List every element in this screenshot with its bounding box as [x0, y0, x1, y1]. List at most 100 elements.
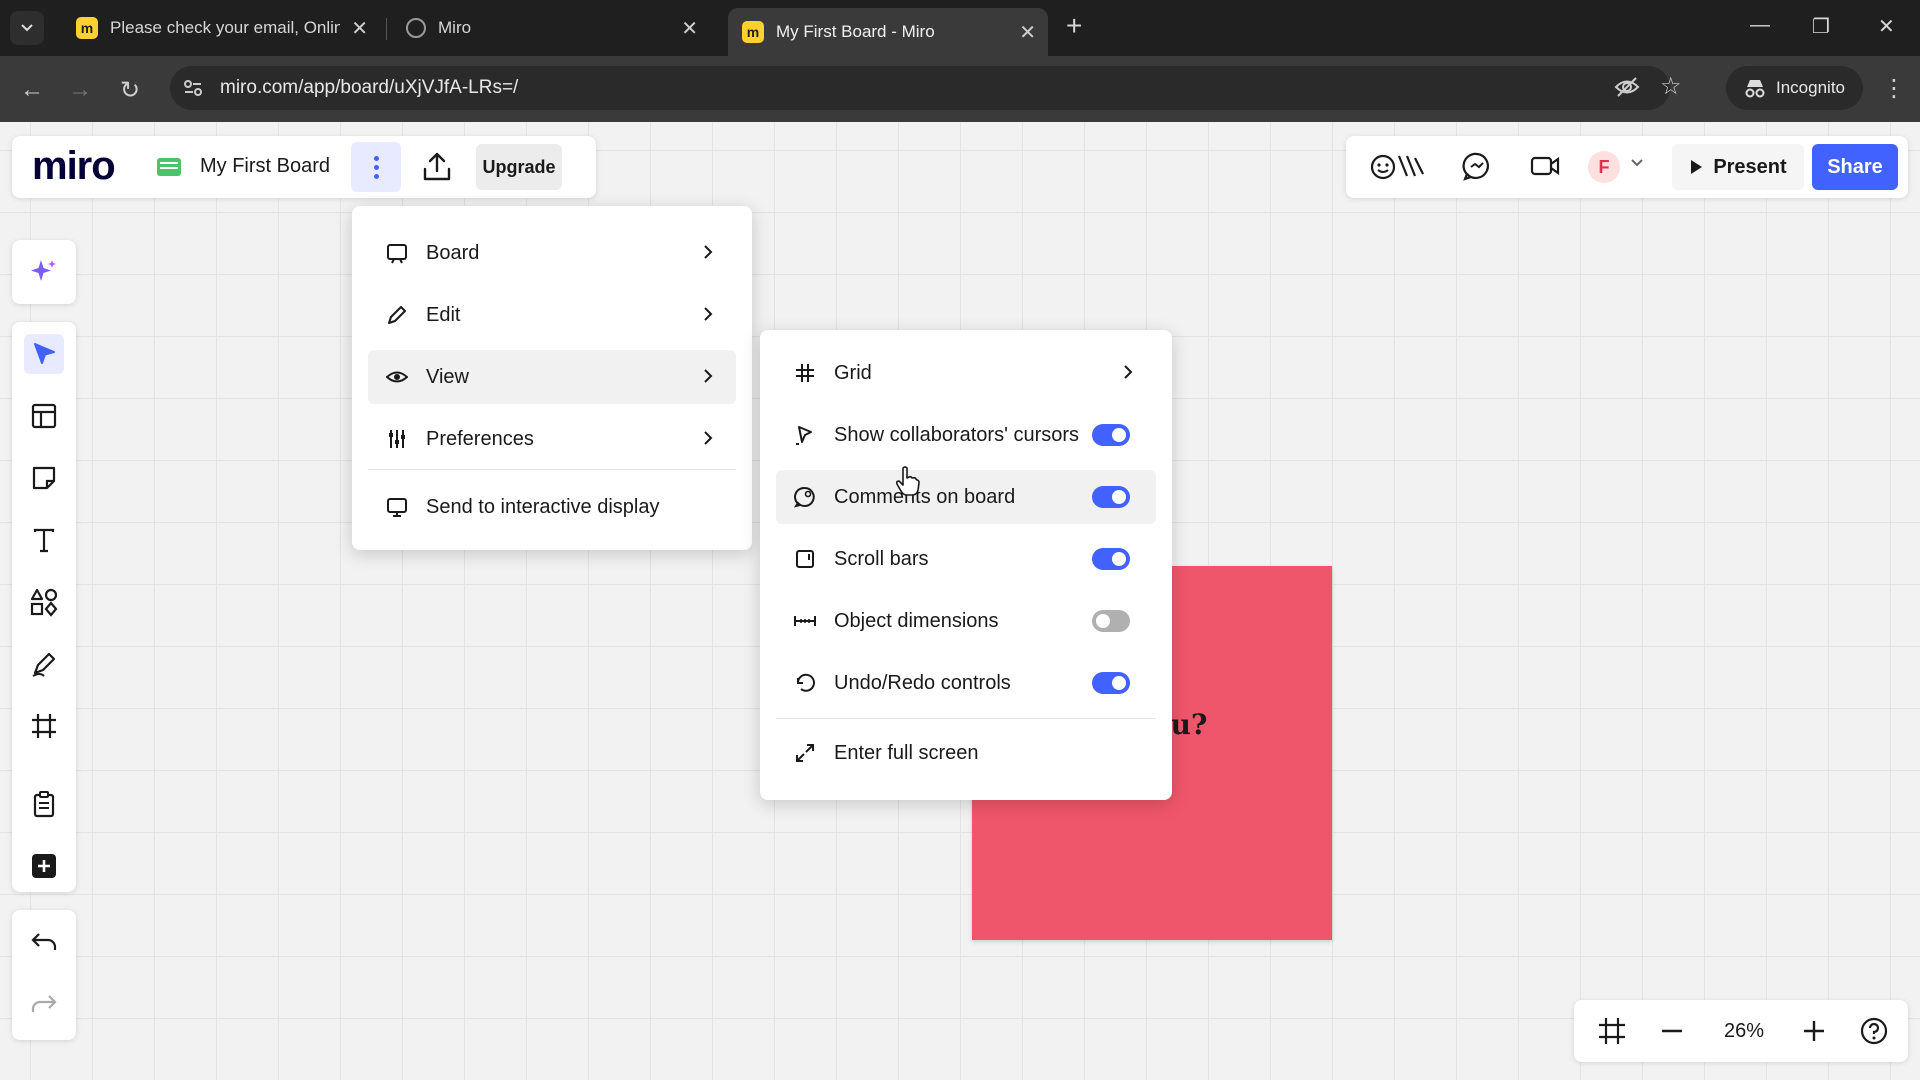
view-item-object-dimensions[interactable]: Object dimensions [776, 594, 1156, 648]
redo-button[interactable] [24, 984, 64, 1024]
board-header: miro My First Board Upgrade [12, 136, 596, 198]
ai-sparkle-icon[interactable] [24, 252, 64, 292]
bookmark-star-icon[interactable]: ☆ [1660, 72, 1682, 101]
select-tool[interactable] [24, 334, 64, 374]
toggle-switch[interactable] [1092, 610, 1130, 632]
frame-tool[interactable] [24, 706, 64, 746]
tab-miro[interactable]: Miro ✕ [392, 8, 710, 48]
miro-logo[interactable]: miro [32, 144, 116, 189]
board-menu-button[interactable] [351, 142, 401, 192]
menu-item-preferences[interactable]: Preferences [368, 412, 736, 466]
close-window-icon[interactable]: ✕ [1878, 14, 1895, 39]
new-tab-button[interactable]: + [1066, 12, 1082, 40]
close-icon[interactable]: ✕ [351, 16, 368, 41]
export-button[interactable] [420, 150, 454, 184]
tab-search-button[interactable] [10, 11, 44, 45]
tab-my-first-board[interactable]: m My First Board - Miro ✕ [728, 8, 1048, 56]
pen-icon [32, 652, 56, 677]
shapes-icon [30, 588, 58, 617]
share-button[interactable]: Share [1812, 144, 1898, 190]
reactions-icon[interactable] [1368, 150, 1432, 184]
sticky-note-tool[interactable] [24, 458, 64, 498]
plus-icon [1804, 1021, 1824, 1041]
view-item-label: Grid [834, 361, 872, 384]
view-item-comments[interactable]: Comments on board [776, 470, 1156, 524]
incognito-label: Incognito [1776, 78, 1845, 97]
view-item-scroll-bars[interactable]: Scroll bars [776, 532, 1156, 586]
menu-item-label: View [426, 365, 469, 388]
undo-button[interactable] [24, 922, 64, 962]
zoom-level[interactable]: 26% [1704, 1012, 1784, 1050]
zoom-in-button[interactable] [1794, 1012, 1834, 1050]
toggle-switch[interactable] [1092, 548, 1130, 570]
toggle-switch[interactable] [1092, 424, 1130, 446]
shapes-tool[interactable] [24, 582, 64, 622]
restore-icon[interactable]: ❐ [1812, 14, 1830, 39]
close-icon[interactable]: ✕ [681, 16, 698, 41]
menu-item-edit[interactable]: Edit [368, 288, 736, 342]
fit-to-screen-button[interactable] [1592, 1012, 1632, 1050]
upgrade-button[interactable]: Upgrade [476, 144, 562, 190]
edit-icon [384, 302, 410, 328]
reload-icon[interactable]: ↻ [120, 76, 140, 105]
toggle-switch[interactable] [1092, 486, 1130, 508]
template-icon [31, 403, 57, 429]
clipboard-icon [33, 791, 55, 818]
menu-item-label: Preferences [426, 427, 534, 450]
video-call-icon[interactable] [1528, 150, 1562, 184]
frame-icon [32, 714, 56, 738]
zoom-out-button[interactable] [1652, 1012, 1692, 1050]
text-tool[interactable] [24, 520, 64, 560]
menu-item-send-to-display[interactable]: Send to interactive display [368, 480, 736, 534]
back-arrow-icon[interactable]: ← [20, 76, 44, 104]
view-item-fullscreen[interactable]: Enter full screen [776, 726, 1156, 780]
text-icon [33, 528, 55, 553]
notes-tool[interactable] [24, 784, 64, 824]
chevron-right-icon [704, 369, 713, 383]
menu-item-view[interactable]: View [368, 350, 736, 404]
view-item-label: Show collaborators' cursors [834, 423, 1080, 446]
forward-arrow-icon[interactable]: → [68, 76, 92, 104]
chat-icon[interactable] [1460, 150, 1494, 184]
chevron-right-icon [704, 307, 713, 321]
minimize-icon[interactable]: — [1750, 14, 1770, 37]
site-settings-icon[interactable] [182, 77, 204, 99]
board-name[interactable]: My First Board [200, 155, 330, 178]
collaboration-bar: F Present Share [1346, 136, 1908, 198]
creation-toolbar [12, 322, 76, 892]
address-bar[interactable]: miro.com/app/board/uXjVJfA-LRs=/ [170, 66, 1670, 110]
zoom-controls: 26% [1574, 1000, 1908, 1062]
dimensions-icon [792, 608, 818, 634]
plus-square-icon [32, 854, 56, 878]
pen-tool[interactable] [24, 644, 64, 684]
view-item-grid[interactable]: Grid [776, 346, 1156, 400]
chevron-down-icon [21, 24, 33, 32]
toggle-switch[interactable] [1092, 672, 1130, 694]
menu-divider [776, 718, 1156, 719]
view-item-undo-redo[interactable]: Undo/Redo controls [776, 656, 1156, 710]
tab-title: My First Board - Miro [776, 22, 935, 41]
help-icon [1860, 1017, 1888, 1045]
frame-fit-icon [1599, 1018, 1625, 1044]
more-apps-tool[interactable] [24, 846, 64, 886]
eye-off-icon[interactable] [1614, 76, 1640, 104]
close-icon[interactable]: ✕ [1019, 20, 1036, 45]
browser-menu-icon[interactable]: ⋮ [1882, 74, 1906, 103]
chevron-down-icon[interactable] [1630, 152, 1644, 173]
board-type-icon [157, 158, 181, 176]
menu-item-board[interactable]: Board [368, 226, 736, 280]
tab-title: Please check your email, Online [110, 18, 340, 37]
help-button[interactable] [1854, 1012, 1894, 1050]
incognito-indicator[interactable]: Incognito [1726, 66, 1863, 110]
display-icon [384, 494, 410, 520]
templates-tool[interactable] [24, 396, 64, 436]
present-button[interactable]: Present [1672, 144, 1804, 190]
view-item-collaborators-cursors[interactable]: Show collaborators' cursors [776, 408, 1156, 462]
miro-icon: m [742, 21, 764, 43]
ai-toolbar [12, 240, 76, 304]
view-submenu: Grid Show collaborators' cursors Comment… [760, 330, 1172, 800]
tab-email[interactable]: m Please check your email, Online ✕ [62, 8, 380, 48]
sliders-icon [384, 426, 410, 452]
user-avatar[interactable]: F [1588, 151, 1620, 183]
cursor-arrow-icon [34, 343, 55, 364]
